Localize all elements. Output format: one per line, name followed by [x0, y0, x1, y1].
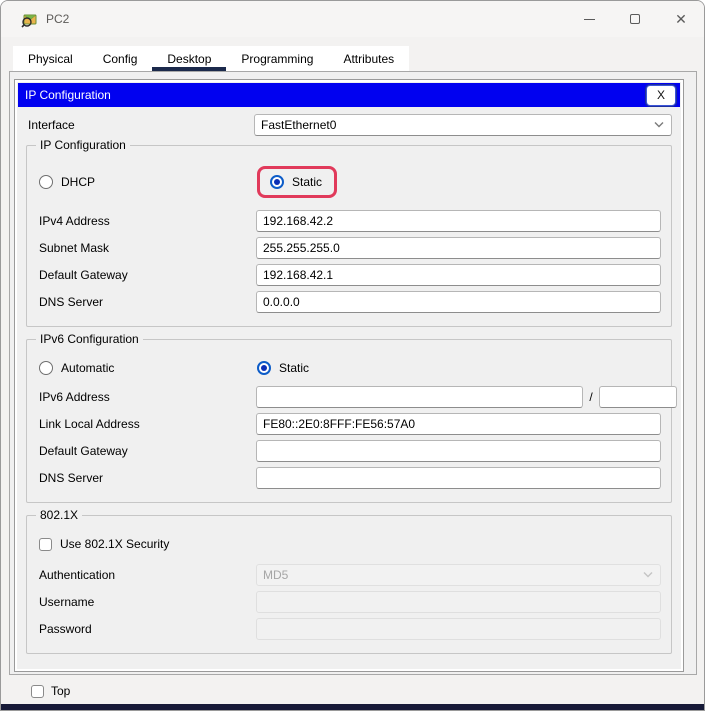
top-checkbox[interactable]: [31, 685, 44, 698]
username-input: [256, 591, 661, 613]
ipv6-prefix-input[interactable]: [599, 386, 677, 408]
tab-config[interactable]: Config: [88, 46, 153, 71]
top-label: Top: [51, 684, 70, 698]
tab-physical[interactable]: Physical: [13, 46, 88, 71]
interface-label: Interface: [28, 118, 254, 132]
packet-tracer-app-icon: [21, 11, 38, 28]
tab-desktop[interactable]: Desktop: [152, 46, 226, 71]
ipv4-address-label: IPv4 Address: [39, 214, 256, 228]
tab-attributes[interactable]: Attributes: [328, 46, 409, 71]
dns-server-row: DNS Server: [39, 291, 661, 313]
minimize-button[interactable]: [566, 1, 612, 37]
ipv6-default-gateway-label: Default Gateway: [39, 444, 256, 458]
dialog-close-button[interactable]: X: [646, 85, 676, 106]
default-gateway-input[interactable]: [256, 264, 661, 286]
ipv6-address-label: IPv6 Address: [39, 390, 256, 404]
dot1x-security-label: Use 802.1X Security: [60, 537, 169, 551]
dns-server-input[interactable]: [256, 291, 661, 313]
chevron-down-icon: [642, 571, 654, 579]
tab-programming[interactable]: Programming: [226, 46, 328, 71]
ipv6-default-gateway-row: Default Gateway: [39, 440, 661, 462]
bottom-edge-bar: [1, 704, 704, 710]
subnet-mask-input[interactable]: [256, 237, 661, 259]
authentication-label: Authentication: [39, 568, 256, 582]
subnet-mask-row: Subnet Mask: [39, 237, 661, 259]
ipv6-static-radio-option[interactable]: Static: [257, 361, 309, 375]
window-controls: ✕: [566, 1, 704, 37]
ipv6-dns-server-input[interactable]: [256, 467, 661, 489]
ipv4-address-input[interactable]: [256, 210, 661, 232]
subnet-mask-label: Subnet Mask: [39, 241, 256, 255]
automatic-radio-icon[interactable]: [39, 361, 53, 375]
ipv4-configuration-group: IP Configuration DHCP Static IPv4 Add: [26, 145, 672, 327]
authentication-row: Authentication MD5: [39, 564, 661, 586]
window-title: PC2: [46, 12, 69, 26]
ipv6-group-legend: IPv6 Configuration: [36, 332, 143, 346]
dialog-header[interactable]: IP Configuration X: [18, 83, 680, 107]
ipv6-address-row: IPv6 Address /: [39, 386, 661, 408]
dot1x-group-legend: 802.1X: [36, 508, 82, 522]
ipv6-configuration-group: IPv6 Configuration Automatic Static IPv6…: [26, 339, 672, 503]
dhcp-radio-icon[interactable]: [39, 175, 53, 189]
default-gateway-row: Default Gateway: [39, 264, 661, 286]
ipv6-mode-row: Automatic Static: [39, 356, 661, 380]
ip-configuration-dialog: IP Configuration X Interface FastEtherne…: [14, 79, 684, 672]
dhcp-radio-option[interactable]: DHCP: [39, 175, 257, 189]
dialog-title: IP Configuration: [25, 88, 111, 102]
static-radio-option[interactable]: Static: [270, 175, 322, 189]
ipv4-group-legend: IP Configuration: [36, 138, 130, 152]
ipv4-mode-row: DHCP Static: [39, 162, 661, 202]
username-label: Username: [39, 595, 256, 609]
maximize-icon: [630, 14, 640, 24]
dns-server-label: DNS Server: [39, 295, 256, 309]
top-toggle[interactable]: Top: [31, 684, 70, 698]
ipv6-address-input[interactable]: [256, 386, 583, 408]
close-icon: ✕: [675, 12, 687, 26]
device-window: PC2 ✕ Physical Config Desktop Programmin…: [0, 0, 705, 711]
username-row: Username: [39, 591, 661, 613]
link-local-address-input[interactable]: [256, 413, 661, 435]
password-label: Password: [39, 622, 256, 636]
link-local-address-row: Link Local Address: [39, 413, 661, 435]
password-row: Password: [39, 618, 661, 640]
static-highlight-annotation: Static: [257, 166, 337, 198]
automatic-radio-option[interactable]: Automatic: [39, 361, 257, 375]
dot1x-security-row: Use 802.1X Security: [39, 532, 661, 556]
maximize-button[interactable]: [612, 1, 658, 37]
default-gateway-label: Default Gateway: [39, 268, 256, 282]
interface-row: Interface FastEthernet0: [28, 114, 672, 136]
password-input: [256, 618, 661, 640]
prefix-separator: /: [583, 390, 599, 404]
ipv6-dns-server-row: DNS Server: [39, 467, 661, 489]
ipv4-address-row: IPv4 Address: [39, 210, 661, 232]
minimize-icon: [584, 19, 595, 20]
dot1x-group: 802.1X Use 802.1X Security Authenticatio…: [26, 515, 672, 654]
close-button[interactable]: ✕: [658, 1, 704, 37]
chevron-down-icon: [653, 121, 665, 129]
interface-select[interactable]: FastEthernet0: [254, 114, 672, 136]
tab-bar: Physical Config Desktop Programming Attr…: [13, 46, 409, 71]
ipv6-static-radio-icon[interactable]: [257, 361, 271, 375]
dot1x-security-checkbox[interactable]: [39, 538, 52, 551]
ipv6-dns-server-label: DNS Server: [39, 471, 256, 485]
link-local-address-label: Link Local Address: [39, 417, 256, 431]
tab-content-frame: IP Configuration X Interface FastEtherne…: [9, 71, 697, 675]
static-radio-icon[interactable]: [270, 175, 284, 189]
ipv6-default-gateway-input[interactable]: [256, 440, 661, 462]
authentication-select: MD5: [256, 564, 661, 586]
titlebar: PC2 ✕: [1, 1, 704, 37]
